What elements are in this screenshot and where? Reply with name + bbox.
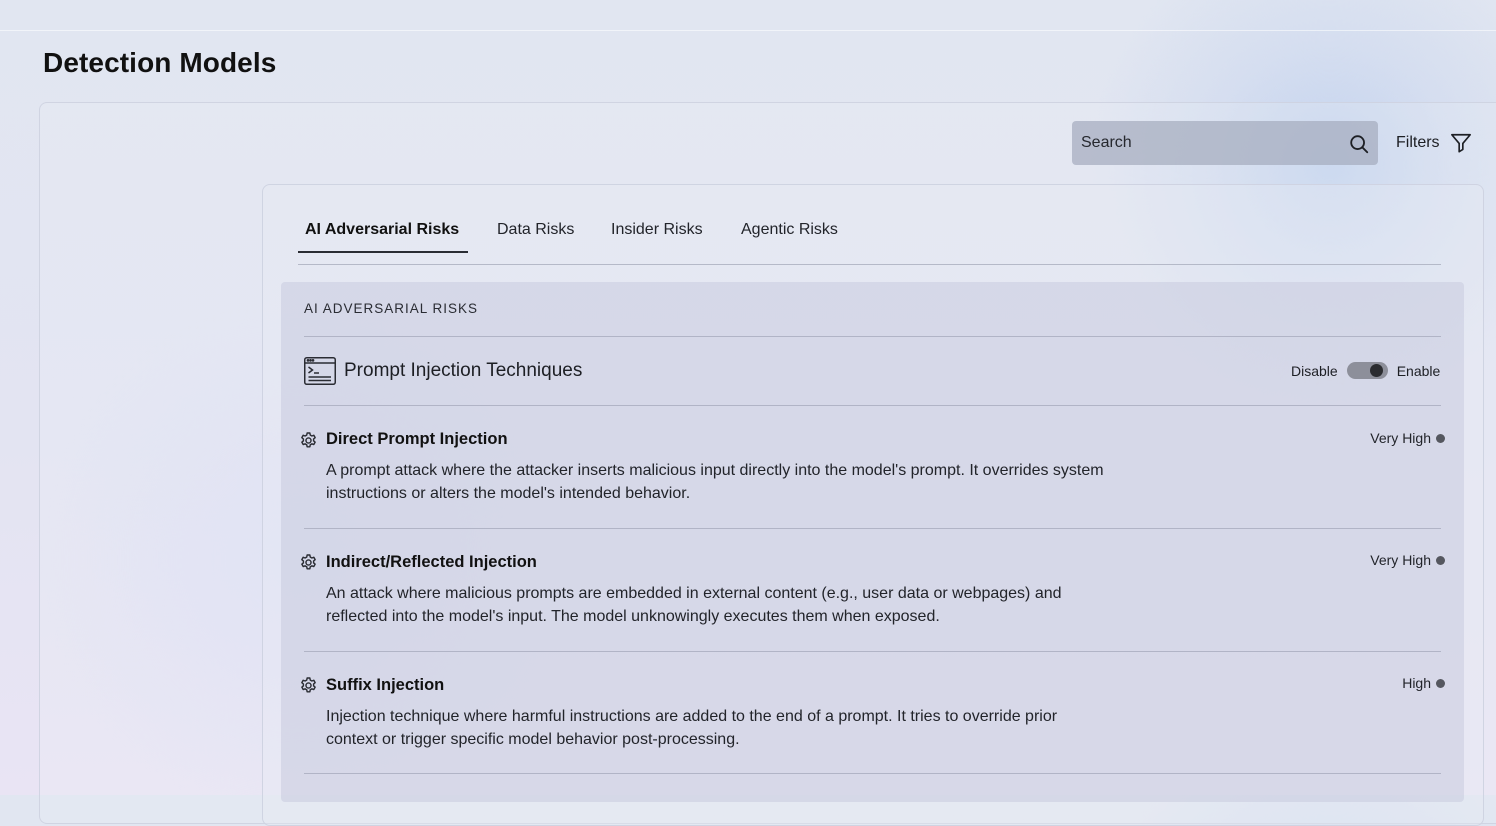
item-description-line: reflected into the model's input. The mo…: [326, 607, 940, 625]
gear-icon[interactable]: [299, 676, 318, 695]
item-description-line: context or trigger specific model behavi…: [326, 730, 740, 748]
filters-label: Filters: [1396, 134, 1440, 151]
toggle-knob: [1369, 364, 1383, 377]
item-description-line: instructions or alters the model's inten…: [326, 484, 691, 502]
terminal-icon: [304, 357, 336, 385]
search-icon[interactable]: [1348, 133, 1370, 155]
item-title: Indirect/Reflected Injection: [326, 553, 537, 571]
item-description-line: A prompt attack where the attacker inser…: [326, 462, 1104, 479]
risk-level-label: Very High: [1370, 552, 1431, 568]
item-divider: [304, 651, 1441, 652]
risk-level-label: High: [1402, 675, 1431, 691]
item-description: A prompt attack where the attacker inser…: [326, 460, 1186, 505]
tab-ai-adversarial-risks[interactable]: AI Adversarial Risks: [305, 221, 459, 239]
item-description-line: An attack where malicious prompts are em…: [326, 585, 1062, 602]
enable-toggle[interactable]: [1346, 362, 1388, 379]
risk-level-label: Very High: [1370, 430, 1431, 446]
item-description: An attack where malicious prompts are em…: [326, 583, 1186, 628]
section-divider: [304, 336, 1441, 337]
search-box[interactable]: [1072, 121, 1378, 165]
top-divider: [0, 30, 1496, 31]
tabs-divider: [298, 264, 1441, 265]
enable-toggle-group: Disable Enable: [1291, 362, 1440, 379]
group-title: Prompt Injection Techniques: [344, 360, 583, 381]
item-description: Injection technique where harmful instru…: [326, 706, 1186, 751]
tab-agentic-risks[interactable]: Agentic Risks: [741, 221, 838, 239]
risk-dot: [1436, 555, 1445, 565]
section-label: AI ADVERSARIAL RISKS: [304, 301, 479, 316]
risk-dot: [1436, 433, 1445, 443]
tab-insider-risks[interactable]: Insider Risks: [611, 221, 703, 239]
risk-level: Very High: [1370, 430, 1445, 446]
item-divider: [304, 773, 1441, 774]
toggle-on-label: Enable: [1396, 362, 1441, 379]
filters-button[interactable]: Filters: [1396, 130, 1472, 156]
filter-icon: [1450, 133, 1471, 153]
page-title: Detection Models: [43, 47, 277, 78]
risk-dot: [1436, 678, 1445, 688]
search-input[interactable]: [1072, 121, 1332, 165]
risk-level: Very High: [1370, 552, 1445, 568]
item-divider: [304, 528, 1441, 529]
risk-level: High: [1402, 675, 1445, 691]
item-title: Suffix Injection: [326, 676, 445, 694]
toggle-off-label: Disable: [1291, 362, 1338, 379]
group-divider: [304, 405, 1441, 406]
active-tab-indicator: [298, 251, 468, 253]
item-description-line: Injection technique where harmful instru…: [326, 708, 1058, 725]
gear-icon[interactable]: [299, 553, 318, 572]
tab-data-risks[interactable]: Data Risks: [497, 221, 574, 239]
item-title: Direct Prompt Injection: [326, 430, 508, 448]
gear-icon[interactable]: [299, 431, 318, 450]
